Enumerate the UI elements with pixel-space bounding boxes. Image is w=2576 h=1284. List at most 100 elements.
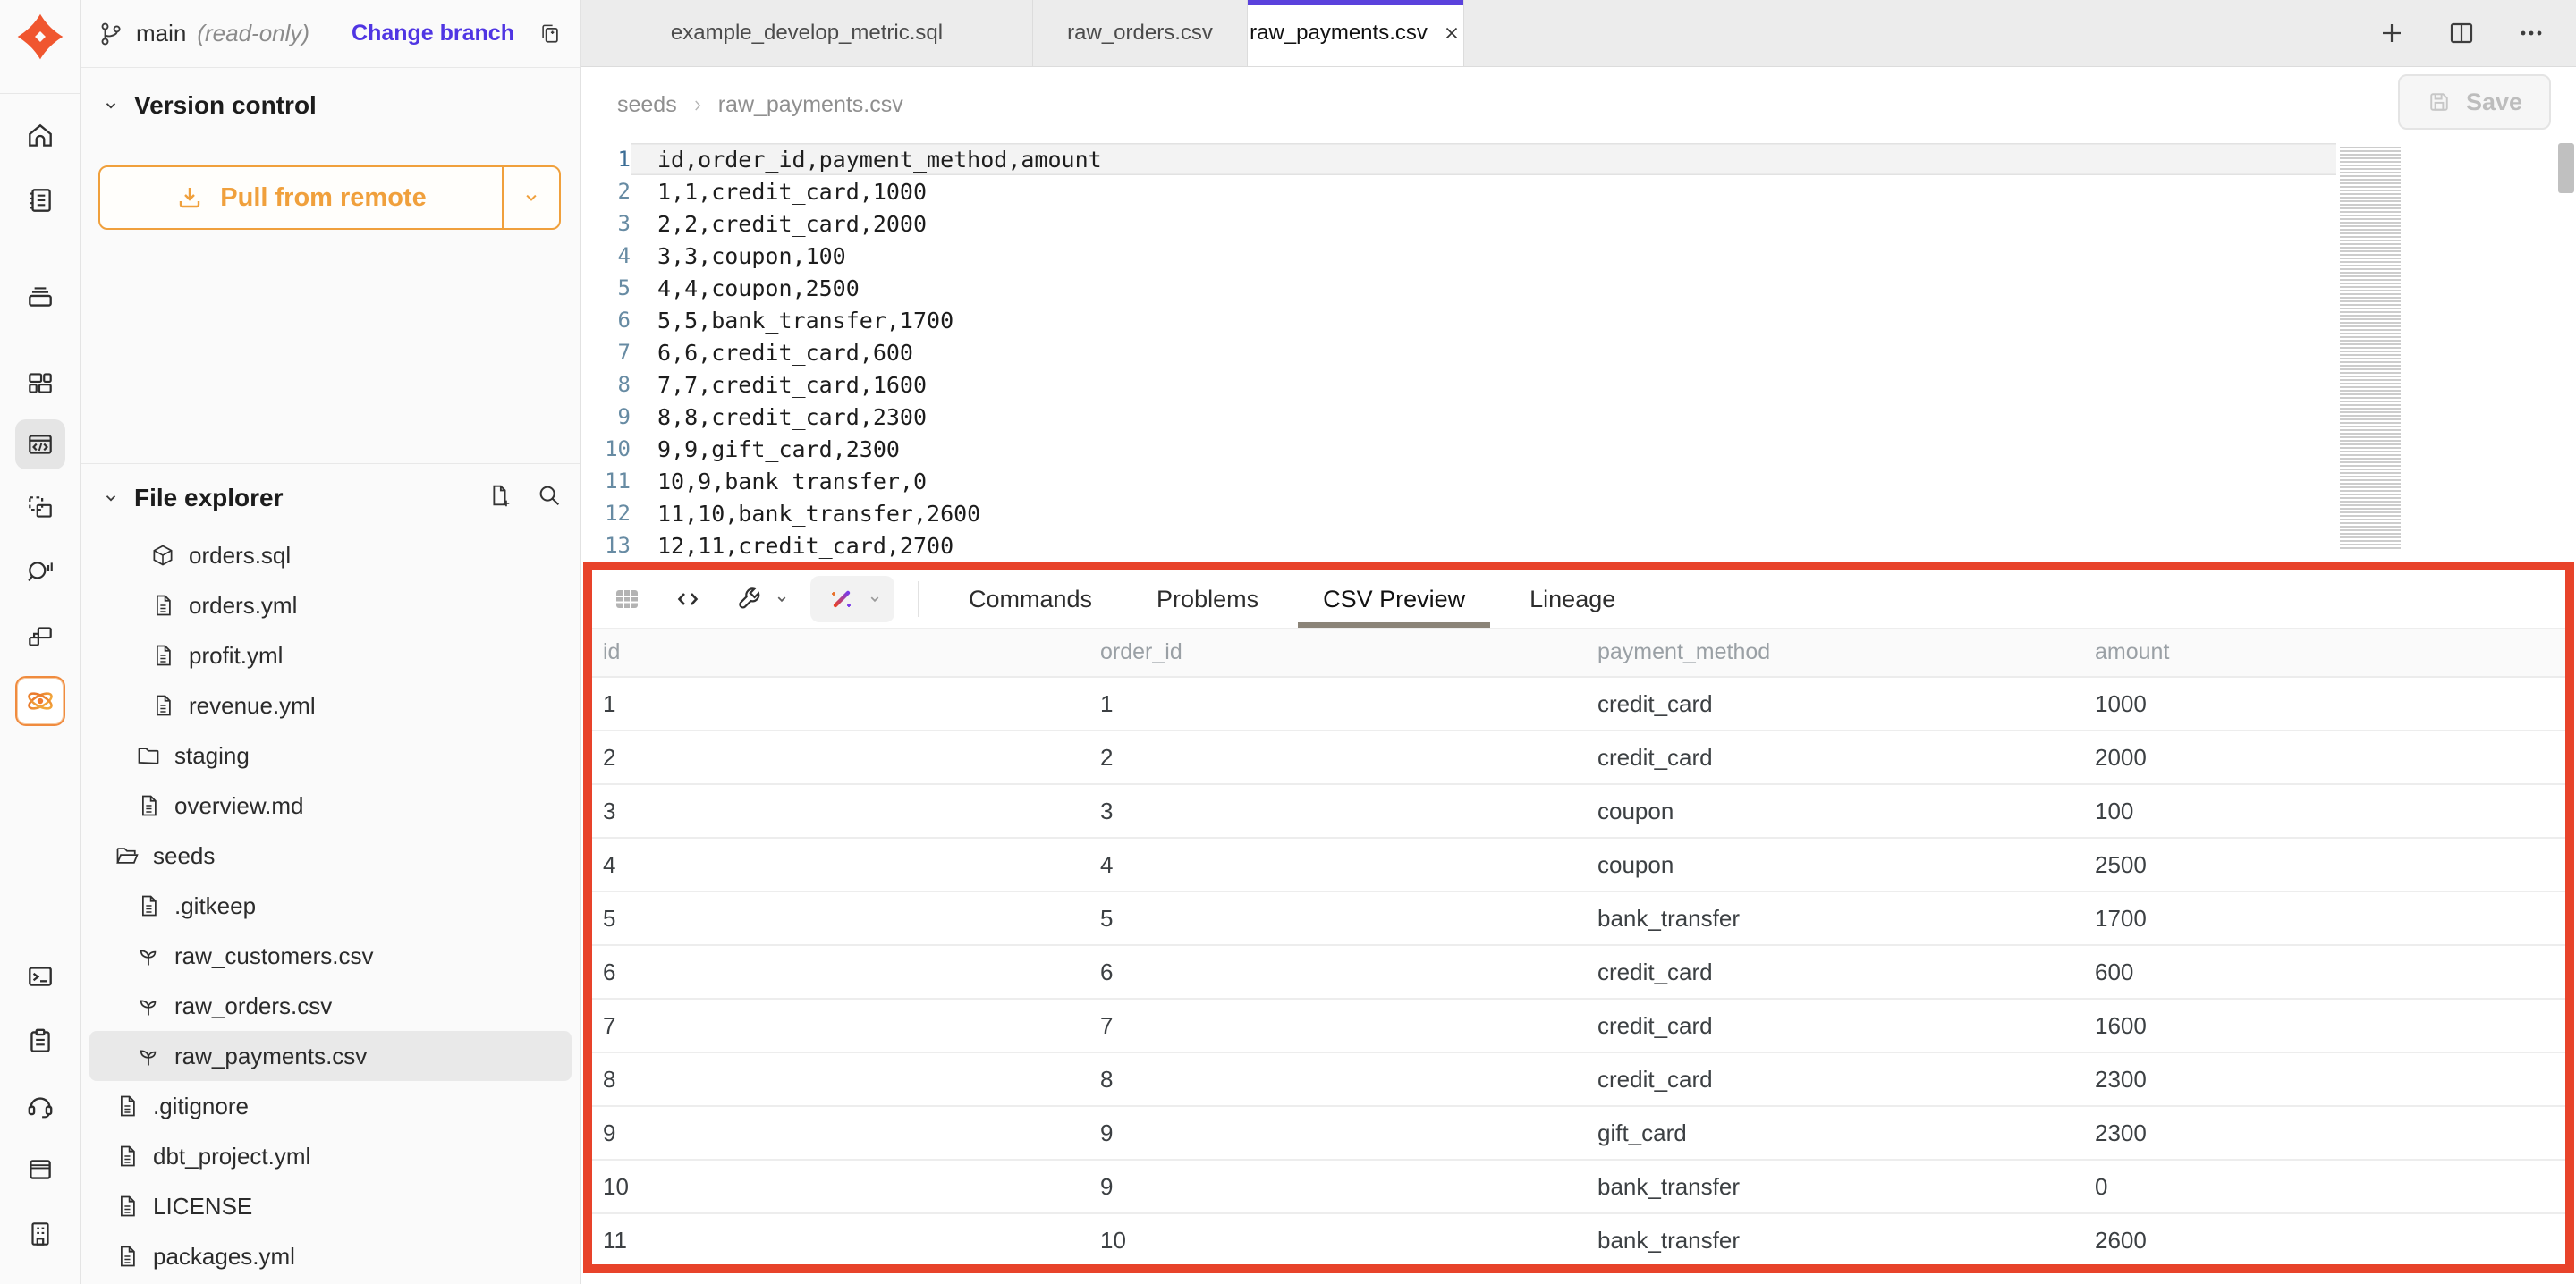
split-editor-icon[interactable]: [2447, 19, 2476, 47]
new-tab-icon[interactable]: [2377, 19, 2406, 47]
file-item-label: dbt_project.yml: [153, 1143, 310, 1170]
code-line-4[interactable]: 43,3,coupon,100: [581, 240, 2336, 272]
file-item-label: packages.yml: [153, 1243, 295, 1271]
query-analysis-icon[interactable]: [15, 547, 65, 597]
line-body: 9,9,gift_card,2300: [631, 433, 2336, 465]
copy-branch-icon[interactable]: [538, 21, 563, 46]
table-view-icon[interactable]: [606, 579, 648, 620]
tasks-icon[interactable]: [15, 1016, 65, 1066]
ai-assist-wand-icon[interactable]: [821, 579, 862, 620]
file-icon: [150, 643, 175, 668]
organization-icon[interactable]: [15, 1209, 65, 1259]
code-line-9[interactable]: 98,8,credit_card,2300: [581, 401, 2336, 433]
file-item-dbt_project.yml[interactable]: dbt_project.yml: [89, 1131, 572, 1181]
support-icon[interactable]: [15, 1080, 65, 1130]
search-files-icon[interactable]: [536, 482, 563, 509]
code-line-13[interactable]: 1312,11,credit_card,2700: [581, 529, 2336, 562]
table-cell: 100: [2084, 798, 2565, 825]
pull-from-remote-button[interactable]: Pull from remote: [98, 165, 561, 230]
code-line-6[interactable]: 65,5,bank_transfer,1700: [581, 304, 2336, 336]
save-button[interactable]: Save: [2398, 74, 2551, 130]
code-line-3[interactable]: 32,2,credit_card,2000: [581, 207, 2336, 240]
terminal-icon[interactable]: [15, 951, 65, 1001]
pull-from-remote-main[interactable]: Pull from remote: [100, 167, 502, 228]
line-text: 10,9,bank_transfer,0: [657, 469, 927, 494]
file-item-profit.yml[interactable]: profit.yml: [89, 630, 572, 680]
file-item-raw_customers.csv[interactable]: raw_customers.csv: [89, 931, 572, 981]
seed-icon: [136, 993, 161, 1018]
file-item-staging[interactable]: staging: [89, 731, 572, 781]
file-item-revenue.yml[interactable]: revenue.yml: [89, 680, 572, 731]
file-item-LICENSE[interactable]: LICENSE: [89, 1181, 572, 1231]
code-line-8[interactable]: 87,7,credit_card,1600: [581, 368, 2336, 401]
close-tab-icon[interactable]: [1442, 23, 1462, 43]
line-text: 3,3,coupon,100: [657, 243, 846, 269]
file-item-label: seeds: [153, 842, 215, 870]
ai-assist-caret-icon[interactable]: [866, 590, 884, 608]
file-item-.gitignore[interactable]: .gitignore: [89, 1081, 572, 1131]
file-item-packages.yml[interactable]: packages.yml: [89, 1231, 572, 1281]
version-control-header[interactable]: Version control: [100, 91, 317, 120]
build-tools-caret-icon[interactable]: [773, 590, 791, 608]
code-view-icon[interactable]: [667, 579, 708, 620]
build-tools-icon[interactable]: [728, 579, 769, 620]
file-item-.gitkeep[interactable]: .gitkeep: [89, 881, 572, 931]
code-line-7[interactable]: 76,6,credit_card,600: [581, 336, 2336, 368]
table-header-row: idorder_idpayment_methodamount: [592, 628, 2565, 678]
pull-options-caret[interactable]: [504, 167, 559, 228]
change-branch-link[interactable]: Change branch: [352, 21, 514, 46]
home-icon[interactable]: [15, 111, 65, 161]
file-list: orders.sqlorders.ymlprofit.ymlrevenue.ym…: [80, 530, 580, 1281]
docs-icon[interactable]: [15, 1145, 65, 1195]
table-row: 77credit_card1600: [592, 1000, 2565, 1053]
panel-tab-commands[interactable]: Commands: [936, 570, 1124, 628]
file-item-orders.sql[interactable]: orders.sql: [89, 530, 572, 580]
table-cell: 7: [1089, 1012, 1587, 1040]
breadcrumb-seeds[interactable]: seeds: [617, 92, 677, 118]
editor-scrollbar-thumb[interactable]: [2558, 143, 2574, 193]
file-item-raw_payments.csv[interactable]: raw_payments.csv: [89, 1031, 572, 1081]
code-line-2[interactable]: 21,1,credit_card,1000: [581, 175, 2336, 207]
minimap[interactable]: [2340, 147, 2401, 551]
code-line-1[interactable]: 1id,order_id,payment_method,amount: [581, 143, 2336, 175]
code-line-11[interactable]: 11 10,9,bank_transfer,0: [581, 465, 2336, 497]
file-item-raw_orders.csv[interactable]: raw_orders.csv: [89, 981, 572, 1031]
table-cell: 2500: [2084, 851, 2565, 879]
code-lines: 1id,order_id,payment_method,amount21,1,c…: [581, 143, 2336, 562]
develop-icon[interactable]: [15, 419, 65, 469]
notebook-icon[interactable]: [15, 175, 65, 225]
code-line-5[interactable]: 54,4,coupon,2500: [581, 272, 2336, 304]
integrations-icon[interactable]: [15, 612, 65, 662]
code-editor[interactable]: 1id,order_id,payment_method,amount21,1,c…: [581, 143, 2576, 562]
side-panel: main (read-only) Change branch Version c…: [80, 0, 581, 1284]
line-number: 11: [581, 465, 631, 497]
environments-icon[interactable]: [15, 272, 65, 322]
dashboard-icon[interactable]: [15, 358, 65, 408]
panel-tab-lineage[interactable]: Lineage: [1497, 570, 1648, 628]
table-cell: gift_card: [1587, 1119, 2084, 1147]
panel-tab-csv-preview[interactable]: CSV Preview: [1291, 570, 1497, 628]
line-number: 9: [581, 401, 631, 433]
table-cell: 10: [592, 1173, 1089, 1201]
more-options-icon[interactable]: [2517, 19, 2546, 47]
dbt-logo-icon[interactable]: [16, 13, 64, 61]
canvas-icon[interactable]: [15, 483, 65, 533]
new-file-icon[interactable]: [486, 482, 513, 509]
panel-tab-problems[interactable]: Problems: [1124, 570, 1291, 628]
table-cell: 3: [1089, 798, 1587, 825]
table-cell: 2600: [2084, 1227, 2565, 1254]
editor-tab-example_develop_metric.sql[interactable]: example_develop_metric.sql: [581, 0, 1033, 66]
line-text: 5,5,bank_transfer,1700: [657, 308, 953, 334]
code-line-10[interactable]: 109,9,gift_card,2300: [581, 433, 2336, 465]
panel-tab-label: CSV Preview: [1323, 586, 1465, 613]
editor-tab-raw_payments.csv[interactable]: raw_payments.csv: [1248, 0, 1464, 66]
file-item-orders.yml[interactable]: orders.yml: [89, 580, 572, 630]
file-explorer-header[interactable]: File explorer: [100, 484, 284, 512]
file-item-seeds[interactable]: seeds: [89, 831, 572, 881]
editor-tab-raw_orders.csv[interactable]: raw_orders.csv: [1033, 0, 1248, 66]
code-line-12[interactable]: 1211,10,bank_transfer,2600: [581, 497, 2336, 529]
fusion-icon[interactable]: [15, 676, 65, 726]
file-item-overview.md[interactable]: overview.md: [89, 781, 572, 831]
table-cell: 1700: [2084, 905, 2565, 933]
file-icon: [114, 1094, 140, 1119]
